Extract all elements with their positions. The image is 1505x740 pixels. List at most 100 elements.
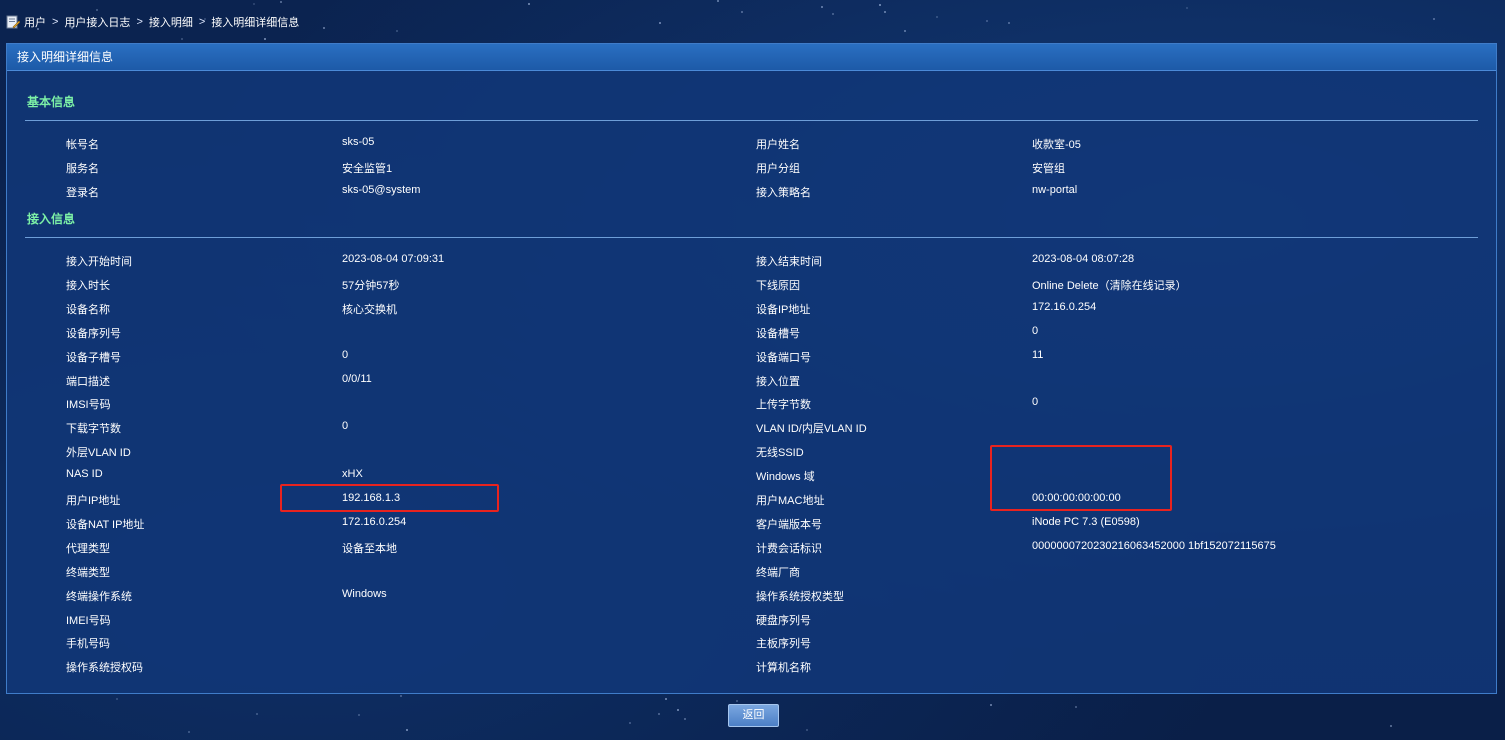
field-value: sks-05@system: [342, 183, 421, 196]
field-label: 计费会话标识: [756, 542, 822, 555]
field-value: 设备至本地: [342, 542, 397, 555]
field-label: 操作系统授权码: [66, 662, 143, 675]
info-row: 外层VLAN ID 无线SSID: [7, 444, 1496, 468]
field-label: 主板序列号: [756, 638, 811, 651]
field-label: 设备序列号: [66, 327, 121, 340]
field-value: xHX: [342, 468, 363, 481]
breadcrumb: 用户 > 用户接入日志 > 接入明细 > 接入明细详细信息: [6, 14, 299, 30]
field-label: 硬盘序列号: [756, 614, 811, 627]
field-value: 0/0/11: [342, 372, 372, 385]
field-value: 安管组: [1032, 162, 1065, 175]
field-value: 核心交换机: [342, 303, 397, 316]
field-label: 设备IP地址: [756, 303, 811, 316]
field-value: 0: [1032, 324, 1039, 337]
info-row: 用户IP地址 192.168.1.3 用户MAC地址 00:00:00:00:00:0…: [7, 492, 1496, 516]
field-label: 接入结束时间: [756, 256, 822, 268]
breadcrumb-separator: >: [136, 16, 143, 28]
field-value: 收款室-05: [1032, 139, 1081, 151]
field-label: 设备NAT IP地址: [66, 518, 145, 531]
field-label: VLAN ID/内层VLAN ID: [756, 423, 867, 436]
info-row: 服务名 安全监管1 用户分组 安管组: [7, 160, 1496, 184]
field-label: 操作系统授权类型: [756, 590, 844, 603]
field-label: 接入策略名: [756, 186, 811, 199]
field-value: 0: [342, 420, 349, 433]
breadcrumb-item-user[interactable]: 用户: [24, 14, 46, 30]
info-row: 操作系统授权码 计算机名称: [7, 659, 1496, 683]
field-label: 上传字节数: [756, 399, 811, 412]
field-label: 手机号码: [66, 638, 110, 651]
field-value: 0000000720230216063452000 1bf15207211567…: [1032, 539, 1276, 552]
field-value: 172.16.0.254: [342, 515, 407, 528]
field-label: 终端类型: [66, 566, 110, 579]
user-mac-highlight-box: [990, 445, 1172, 511]
field-label: 用户分组: [756, 162, 800, 175]
field-label: 终端厂商: [756, 566, 800, 579]
panel-title: 接入明细详细信息: [7, 44, 1496, 71]
field-value: Online Delete（清除在线记录）: [1032, 279, 1187, 292]
breadcrumb-separator: >: [52, 16, 59, 28]
field-label: 用户姓名: [756, 139, 800, 151]
field-label: 接入开始时间: [66, 256, 132, 268]
field-value: 11: [1032, 348, 1044, 361]
info-row: 设备子槽号 0 设备端口号 11: [7, 349, 1496, 373]
field-label: 设备子槽号: [66, 351, 121, 364]
field-label: 下线原因: [756, 279, 800, 292]
field-label: 帐号名: [66, 139, 99, 151]
field-value: 0: [342, 348, 349, 361]
field-label: 设备端口号: [756, 351, 811, 364]
field-value: sks-05: [342, 136, 375, 148]
field-label: 客户端版本号: [756, 518, 822, 531]
info-row: 手机号码 主板序列号: [7, 635, 1496, 659]
section-divider: [25, 237, 1478, 238]
field-label: 用户MAC地址: [756, 495, 825, 507]
field-label: 服务名: [66, 162, 99, 175]
field-value: iNode PC 7.3 (E0598): [1032, 515, 1140, 528]
info-row: 帐号名 sks-05 用户姓名 收款室-05: [7, 136, 1496, 160]
field-label: 接入位置: [756, 375, 800, 388]
breadcrumb-item-current: 接入明细详细信息: [211, 17, 300, 29]
back-button[interactable]: 返回: [728, 704, 779, 727]
detail-panel: 接入明细详细信息 基本信息 帐号名 sks-05 用户姓名 收款室-05 服务名 安全监管…: [6, 43, 1497, 694]
field-label: 端口描述: [66, 375, 110, 388]
info-row: IMSI号码 上传字节数 0: [7, 396, 1496, 420]
info-row: 下载字节数 0 VLAN ID/内层VLAN ID: [7, 420, 1496, 444]
field-label: 登录名: [66, 186, 99, 199]
field-label: 设备名称: [66, 303, 110, 316]
field-value: 2023-08-04 07:09:31: [342, 253, 445, 265]
info-row: 接入时长 57分钟57秒 下线原因 Online Delete（清除在线记录）: [7, 277, 1496, 301]
info-row: 接入开始时间 2023-08-04 07:09:31 接入结束时间 2023-08-0…: [7, 253, 1496, 277]
info-row: NAS ID xHX Windows 域: [7, 468, 1496, 492]
info-row: 设备序列号 设备槽号 0: [7, 325, 1496, 349]
field-label: NAS ID: [66, 468, 103, 481]
field-label: 用户IP地址: [66, 495, 121, 507]
info-row: 设备NAT IP地址 172.16.0.254 客户端版本号 iNode PC 7.3…: [7, 516, 1496, 540]
field-label: 设备槽号: [756, 327, 800, 340]
section-title-access-info: 接入信息: [27, 212, 76, 226]
field-label: 终端操作系统: [66, 590, 132, 603]
info-row: 终端操作系统 Windows 操作系统授权类型: [7, 588, 1496, 612]
edit-document-icon: [6, 15, 20, 29]
field-value: 2023-08-04 08:07:28: [1032, 253, 1135, 265]
field-value: 57分钟57秒: [342, 279, 400, 292]
breadcrumb-item-access-log[interactable]: 用户接入日志: [64, 14, 130, 30]
field-label: Windows 域: [756, 471, 815, 484]
field-label: 接入时长: [66, 279, 110, 292]
field-label: IMEI号码: [66, 614, 111, 627]
info-row: 端口描述 0/0/11 接入位置: [7, 373, 1496, 397]
field-value: 172.16.0.254: [1032, 300, 1097, 313]
info-row: 登录名 sks-05@system 接入策略名 nw-portal: [7, 184, 1496, 208]
field-label: 无线SSID: [756, 447, 804, 460]
field-value: Windows: [342, 587, 387, 600]
info-row: 终端类型 终端厂商: [7, 564, 1496, 588]
field-label: 下载字节数: [66, 423, 121, 436]
field-label: 计算机名称: [756, 662, 811, 675]
field-label: 代理类型: [66, 542, 110, 555]
info-row: 设备名称 核心交换机 设备IP地址 172.16.0.254: [7, 301, 1496, 325]
user-ip-highlight-box: [280, 484, 499, 512]
field-value: nw-portal: [1032, 183, 1078, 196]
section-divider: [25, 120, 1478, 121]
breadcrumb-item-access-detail[interactable]: 接入明细: [149, 14, 193, 30]
info-row: 代理类型 设备至本地 计费会话标识 0000000720230216063452000…: [7, 540, 1496, 564]
section-title-basic-info: 基本信息: [27, 95, 76, 109]
field-value: 安全监管1: [342, 162, 393, 175]
